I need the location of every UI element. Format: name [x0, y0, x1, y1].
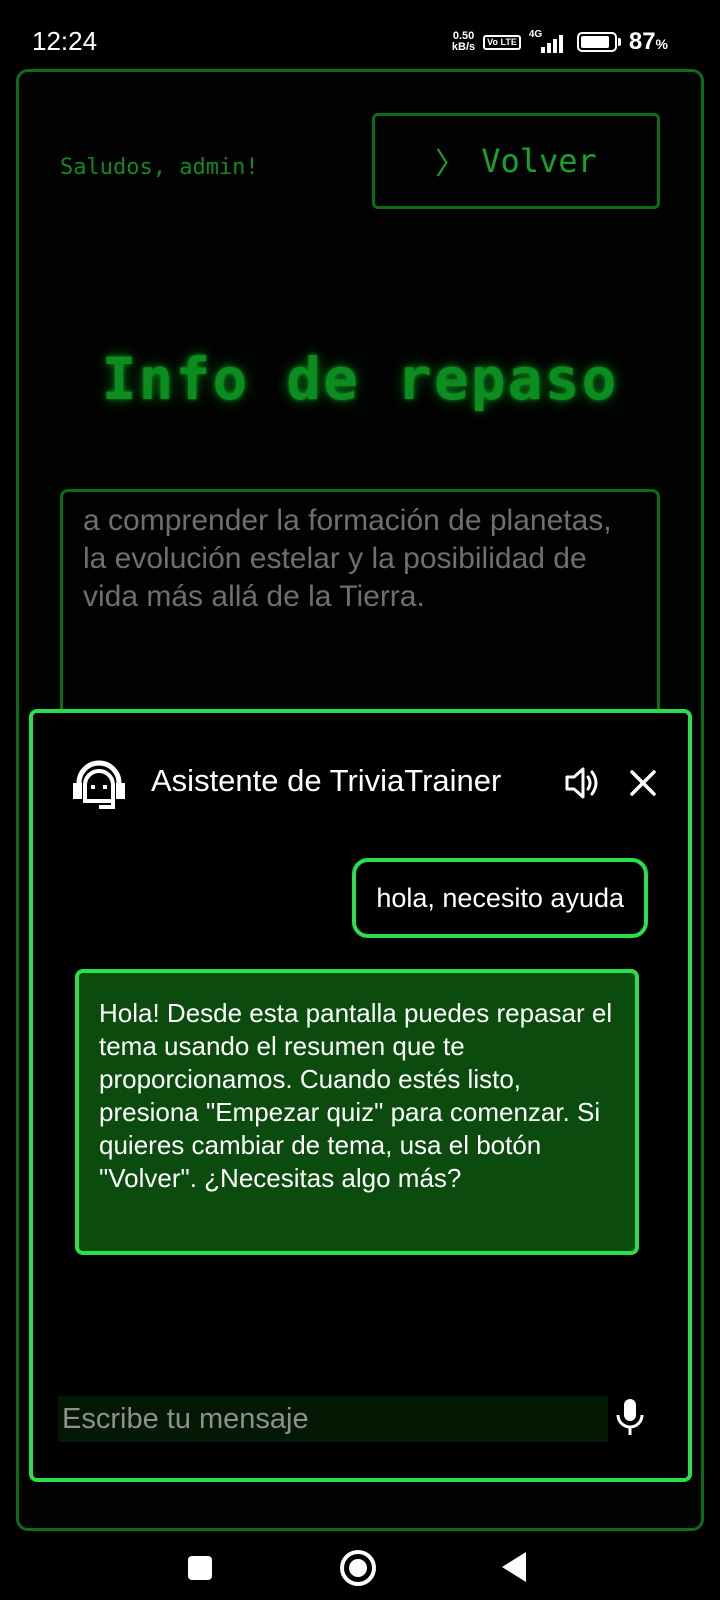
status-bar: 12:24 0.50 kB/s Vo LTE 4G 87%	[0, 0, 720, 80]
battery-icon	[576, 32, 621, 52]
battery-percent: 87%	[628, 28, 668, 55]
signal-icon: 4G	[529, 29, 569, 53]
message-input-container	[58, 1396, 608, 1442]
status-time: 12:24	[32, 26, 98, 56]
page-title: Info de repaso	[101, 345, 619, 413]
chevron-right-icon: 〉	[435, 147, 466, 182]
speaker-icon[interactable]	[563, 765, 603, 801]
home-button[interactable]	[340, 1550, 376, 1586]
support-agent-icon	[73, 760, 125, 809]
close-icon[interactable]	[625, 765, 661, 801]
chat-assistant-dialog: Asistente de TriviaTrainer hola, necesit…	[29, 709, 692, 1482]
user-message-bubble: hola, necesito ayuda	[352, 858, 648, 938]
microphone-icon[interactable]	[614, 1397, 646, 1437]
assistant-message-text: Hola! Desde esta pantalla puedes repasar…	[99, 998, 613, 1193]
system-navigation-bar	[0, 1540, 720, 1600]
back-button-label: Volver	[481, 142, 597, 180]
chat-title: Asistente de TriviaTrainer	[151, 763, 502, 798]
message-input[interactable]	[58, 1396, 608, 1442]
greeting-text: Saludos, admin!	[60, 155, 259, 180]
network-speed: 0.50 kB/s	[451, 30, 476, 53]
status-icons: 0.50 kB/s Vo LTE 4G 87%	[452, 28, 668, 56]
assistant-message-bubble: Hola! Desde esta pantalla puedes repasar…	[75, 969, 639, 1255]
summary-text: a comprender la formación de planetas, l…	[83, 504, 612, 613]
volte-icon: Vo LTE	[483, 34, 521, 50]
chat-header: Asistente de TriviaTrainer	[33, 713, 688, 833]
recents-button[interactable]	[188, 1556, 212, 1580]
back-button[interactable]: 〉 Volver	[372, 113, 660, 209]
back-nav-button[interactable]	[502, 1552, 526, 1582]
